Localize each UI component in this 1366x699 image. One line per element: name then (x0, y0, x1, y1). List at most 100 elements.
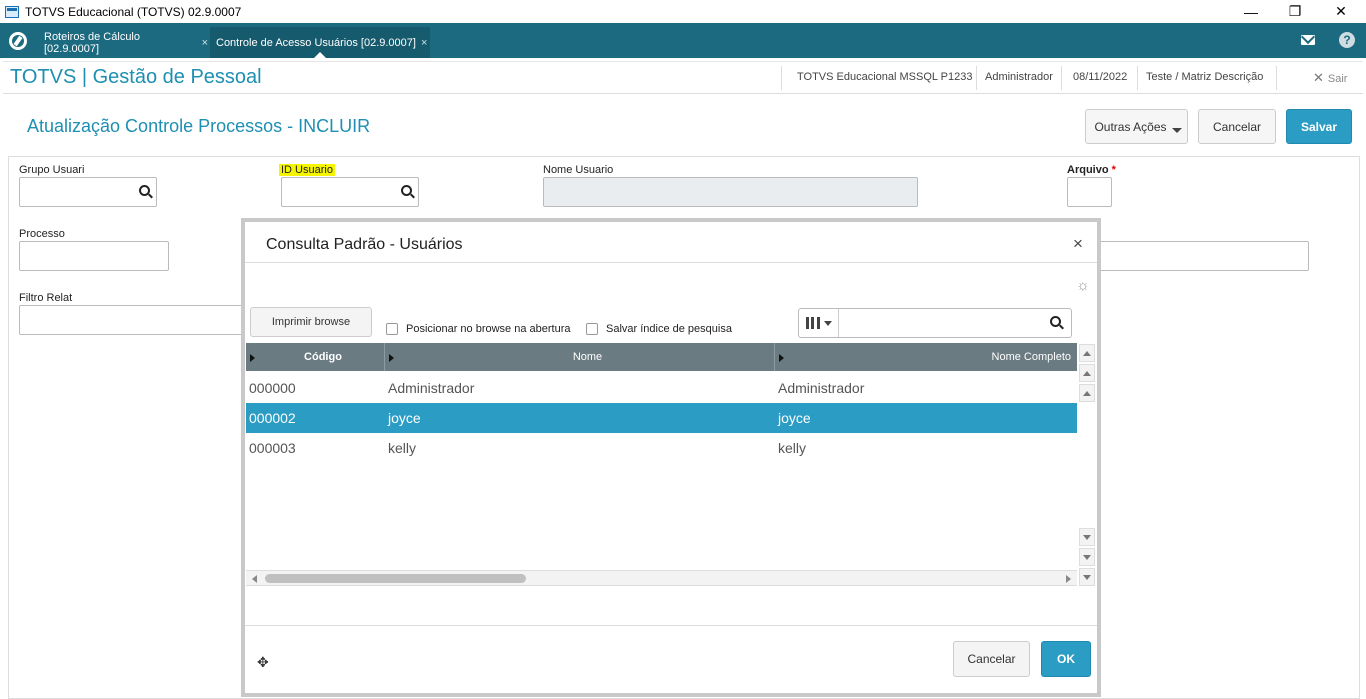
nome-usuario-label: Nome Usuario (543, 164, 614, 176)
tab-label: Controle de Acesso Usuários [02.9.0007] (216, 36, 416, 49)
table-row[interactable]: 000003 kelly kelly (246, 433, 1077, 463)
divider (1061, 66, 1062, 90)
cell-codigo: 000003 (249, 440, 296, 456)
divider (976, 66, 977, 90)
divider (1276, 66, 1277, 90)
window-close-button[interactable]: ✕ (1318, 0, 1364, 23)
checkbox-posicionar[interactable]: Posicionar no browse na abertura (386, 323, 570, 335)
move-icon[interactable]: ✥ (257, 654, 269, 671)
cell-nome-completo: kelly (778, 440, 807, 456)
search-icon[interactable] (139, 185, 150, 196)
cell-nome-completo: joyce (778, 410, 811, 426)
other-actions-label: Outras Ações (1094, 119, 1167, 134)
scroll-up-button[interactable] (1079, 384, 1095, 402)
scrollbar-thumb[interactable] (265, 574, 526, 583)
processo-description-input[interactable] (1097, 241, 1309, 271)
column-selector-button[interactable] (799, 309, 839, 337)
scroll-down-button[interactable] (1079, 528, 1095, 546)
cell-codigo: 000000 (249, 380, 296, 396)
close-icon: ✕ (1313, 70, 1324, 85)
processo-input[interactable] (19, 241, 169, 271)
grupo-usuari-label: Grupo Usuari (19, 164, 85, 176)
window-title: TOTVS Educacional (TOTVS) 02.9.0007 (25, 4, 242, 19)
search-icon[interactable] (401, 185, 412, 196)
column-header-nome-completo[interactable]: Nome Completo (775, 343, 1077, 371)
checkbox-label: Posicionar no browse na abertura (406, 323, 571, 335)
tab-close-icon[interactable]: × (202, 37, 208, 49)
tab-bar: Roteiros de Cálculo [02.9.0007] × Contro… (0, 23, 1366, 58)
column-header-codigo[interactable]: Código (246, 343, 385, 371)
tab-roteiros-calculo[interactable]: Roteiros de Cálculo [02.9.0007] × (38, 27, 208, 58)
column-header-nome[interactable]: Nome (385, 343, 775, 371)
checkbox-salvar-indice[interactable]: Salvar índice de pesquisa (586, 323, 732, 335)
sort-arrow-icon (389, 354, 394, 362)
environment-label: TOTVS Educacional MSSQL P1233 (797, 71, 973, 83)
app-window-icon (5, 5, 19, 18)
totvs-logo-icon[interactable] (9, 32, 27, 50)
cancel-button[interactable]: Cancelar (1198, 109, 1276, 144)
window-titlebar: TOTVS Educacional (TOTVS) 02.9.0007 — ❐ … (0, 0, 1366, 23)
divider (245, 262, 1097, 263)
columns-icon (805, 317, 820, 329)
scroll-left-icon[interactable] (252, 575, 257, 583)
cell-nome: Administrador (388, 380, 475, 396)
exit-label: Sair (1327, 73, 1348, 85)
column-header-label: Código (304, 351, 342, 363)
dialog-ok-button[interactable]: OK (1041, 641, 1091, 677)
dialog-close-icon[interactable]: × (1073, 234, 1083, 254)
save-button[interactable]: Salvar (1286, 109, 1352, 144)
required-marker: * (1111, 164, 1116, 176)
table-row[interactable]: 000000 Administrador Administrador (246, 373, 1077, 403)
id-usuario-input[interactable] (281, 177, 419, 207)
divider (245, 625, 1097, 626)
arquivo-label: Arquivo * (1067, 164, 1116, 176)
restore-button[interactable]: ❐ (1272, 0, 1318, 23)
brand-title: TOTVS | Gestão de Pessoal (10, 66, 262, 88)
checkbox-box[interactable] (586, 323, 598, 335)
scroll-bottom-button[interactable] (1079, 568, 1095, 586)
dialog-cancel-button[interactable]: Cancelar (953, 641, 1030, 677)
grid-search-box[interactable] (798, 308, 1072, 338)
cell-codigo: 000002 (249, 410, 296, 426)
cell-nome: joyce (388, 410, 421, 426)
search-icon[interactable] (1050, 316, 1061, 327)
help-icon[interactable]: ? (1339, 32, 1355, 48)
user-label: Administrador (985, 71, 1053, 83)
minimize-button[interactable]: — (1228, 0, 1274, 23)
scroll-up-page-button[interactable] (1079, 364, 1095, 382)
divider (781, 66, 782, 90)
page-title: Atualização Controle Processos - INCLUIR (27, 116, 371, 136)
exit-button[interactable]: ✕ Sair (1313, 70, 1347, 86)
chevron-down-icon (1172, 128, 1182, 133)
id-usuario-label: ID Usuario (279, 164, 335, 176)
other-actions-button[interactable]: Outras Ações (1085, 109, 1188, 144)
tab-controle-acesso[interactable]: Controle de Acesso Usuários [02.9.0007] … (210, 27, 430, 58)
processo-label: Processo (19, 228, 65, 240)
print-browse-button[interactable]: Imprimir browse (250, 307, 372, 337)
app-header: TOTVS | Gestão de Pessoal TOTVS Educacio… (3, 61, 1363, 94)
arquivo-input[interactable] (1067, 177, 1112, 207)
horizontal-scrollbar[interactable] (246, 570, 1077, 586)
grupo-usuari-input[interactable] (19, 177, 157, 207)
gear-icon[interactable]: ☼ (1076, 277, 1090, 294)
cell-nome-completo: Administrador (778, 380, 865, 396)
id-usuario-label-text: ID Usuario (279, 164, 335, 176)
mail-icon[interactable] (1301, 35, 1315, 45)
sort-arrow-icon (250, 354, 255, 362)
nome-usuario-input (543, 177, 918, 207)
table-row-selected[interactable]: 000002 joyce joyce (246, 403, 1077, 433)
scroll-down-page-button[interactable] (1079, 548, 1095, 566)
tab-close-icon[interactable]: × (421, 37, 427, 49)
checkbox-label: Salvar índice de pesquisa (606, 323, 732, 335)
chevron-down-icon (823, 320, 832, 326)
scroll-right-icon[interactable] (1066, 575, 1071, 583)
column-header-label: Nome (572, 351, 603, 363)
sort-arrow-icon (779, 354, 784, 362)
date-label: 08/11/2022 (1073, 71, 1128, 83)
filtro-relat-input[interactable] (19, 305, 249, 335)
consulta-padrao-dialog: Consulta Padrão - Usuários × ☼ Imprimir … (241, 218, 1101, 697)
arquivo-label-text: Arquivo (1067, 164, 1109, 176)
checkbox-box[interactable] (386, 323, 398, 335)
column-header-label: Nome Completo (991, 351, 1071, 363)
scroll-top-button[interactable] (1079, 344, 1095, 362)
